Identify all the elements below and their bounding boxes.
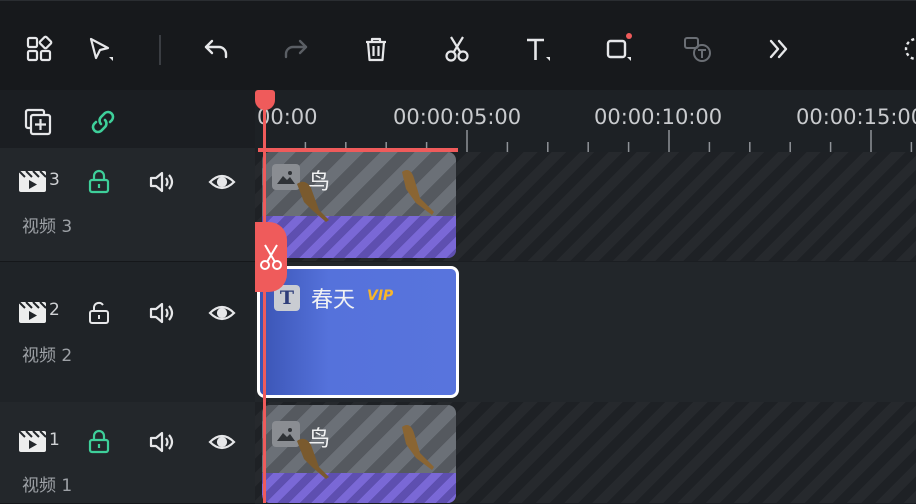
ruler-tick-label: 00:00:10:00 xyxy=(594,105,723,129)
toolbar xyxy=(0,0,916,91)
scissors-icon xyxy=(260,244,282,270)
track-number: 1 xyxy=(49,430,60,450)
playhead-handle[interactable] xyxy=(255,90,275,110)
track-number: 2 xyxy=(49,300,60,320)
track-label: 视频 1 xyxy=(22,476,73,496)
track-label: 视频 3 xyxy=(22,217,73,237)
track-number: 3 xyxy=(49,170,60,190)
lock-icon[interactable] xyxy=(82,425,116,459)
undo-icon[interactable] xyxy=(196,29,236,69)
text-to-speech-icon[interactable] xyxy=(678,29,718,69)
bird-thumbnail-icon xyxy=(297,425,434,479)
ruler-tick-label: 00:00:05:00 xyxy=(393,105,522,129)
track-header-video-2: 2 视频 2 xyxy=(0,262,255,403)
ruler-tick-label: 00:00:15:00 xyxy=(796,105,916,129)
video-track-icon xyxy=(16,295,50,329)
scissors-icon[interactable] xyxy=(437,29,477,69)
track-header-video-1: 1 视频 1 xyxy=(0,402,255,504)
audio-icon[interactable] xyxy=(145,425,179,459)
vip-badge: VIP xyxy=(367,288,394,304)
visibility-eye-icon[interactable] xyxy=(205,425,239,459)
track-header-controls xyxy=(0,90,255,148)
redo-icon[interactable] xyxy=(276,29,316,69)
playhead-line[interactable] xyxy=(263,104,266,503)
layout-icon[interactable] xyxy=(19,29,59,69)
track-label: 视频 2 xyxy=(22,346,73,366)
clip-name: 春天 xyxy=(311,288,356,313)
add-track-icon[interactable] xyxy=(21,105,55,139)
delete-icon[interactable] xyxy=(356,29,396,69)
visibility-eye-icon[interactable] xyxy=(205,165,239,199)
video-clip-bird-track-3[interactable]: 鸟 xyxy=(262,152,456,258)
text-icon[interactable] xyxy=(518,29,558,69)
shape-icon[interactable] xyxy=(598,29,638,69)
audio-icon[interactable] xyxy=(145,296,179,330)
lock-icon[interactable] xyxy=(82,165,116,199)
split-at-playhead-button[interactable] xyxy=(255,222,287,292)
toolbar-divider xyxy=(159,35,161,65)
visibility-eye-icon[interactable] xyxy=(205,296,239,330)
settings-gear-icon[interactable] xyxy=(896,29,916,69)
select-tool-icon[interactable] xyxy=(80,29,120,69)
video-track-icon xyxy=(16,164,50,198)
link-icon[interactable] xyxy=(86,105,120,139)
timeline-ruler[interactable]: 00:00 00:00:05:00 00:00:10:00 00:00:15:0… xyxy=(255,90,916,152)
more-icon[interactable] xyxy=(758,29,798,69)
video-clip-bird-track-1[interactable]: 鸟 xyxy=(262,405,456,503)
unlock-icon[interactable] xyxy=(82,296,116,330)
audio-icon[interactable] xyxy=(145,165,179,199)
track-header-video-3: 3 视频 3 xyxy=(0,148,255,262)
bird-thumbnail-icon xyxy=(297,170,434,222)
video-track-icon xyxy=(16,424,50,458)
